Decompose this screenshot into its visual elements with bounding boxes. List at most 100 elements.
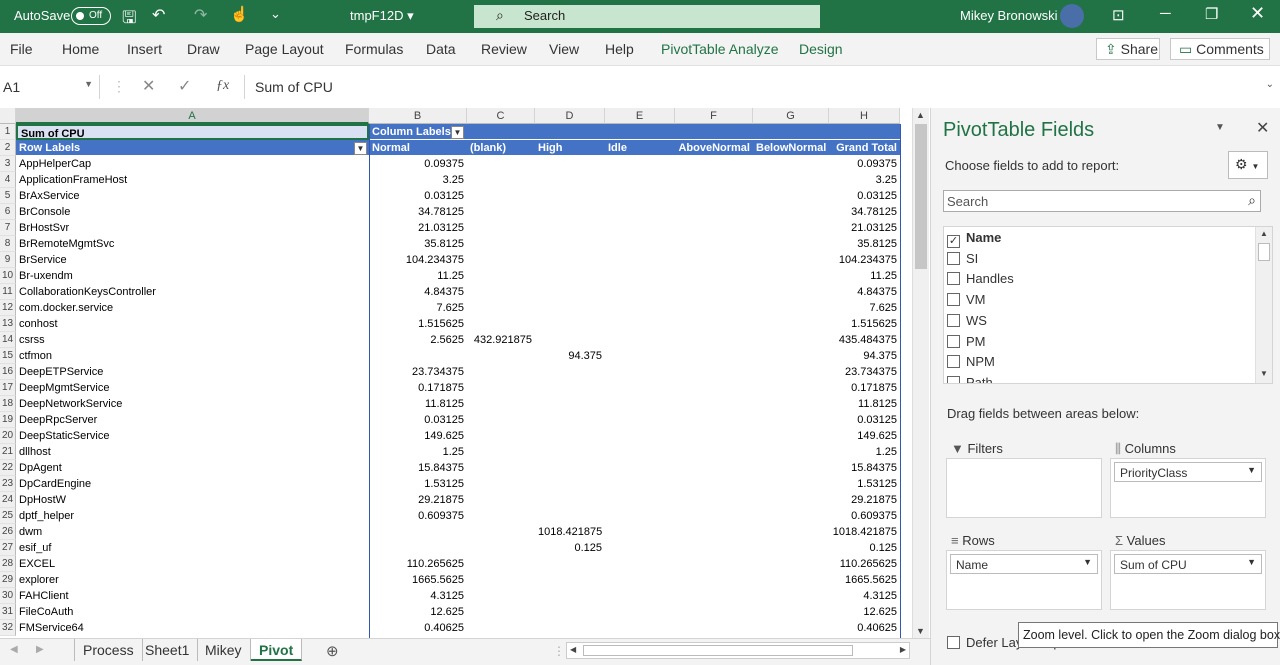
row-header[interactable]: 9	[0, 252, 16, 268]
chevron-down-icon[interactable]: ▼	[1083, 557, 1092, 567]
value-cell[interactable]	[535, 396, 605, 412]
field-list-scrollbar[interactable]: ▲ ▼	[1255, 227, 1272, 383]
value-cell[interactable]: 0.171875	[369, 380, 467, 396]
avatar[interactable]	[1060, 4, 1084, 28]
value-cell[interactable]	[467, 476, 535, 492]
scroll-up-icon[interactable]: ▲	[1260, 229, 1268, 238]
value-cell[interactable]: 4.3125	[369, 588, 467, 604]
chevron-down-icon[interactable]: ▼	[1247, 557, 1256, 567]
row-label-cell[interactable]: dptf_helper	[16, 508, 369, 524]
value-cell[interactable]: 4.84375	[829, 284, 900, 300]
row-label-cell[interactable]: Br-uxendm	[16, 268, 369, 284]
row-header[interactable]: 28	[0, 556, 16, 572]
value-cell[interactable]: 94.375	[829, 348, 900, 364]
row-label-cell[interactable]: ApplicationFrameHost	[16, 172, 369, 188]
row-label-cell[interactable]: DeepMgmtService	[16, 380, 369, 396]
value-cell[interactable]: 432.921875	[467, 332, 535, 348]
value-cell[interactable]	[535, 300, 605, 316]
value-cell[interactable]	[467, 156, 535, 172]
comments-button[interactable]: ▭ Comments	[1170, 38, 1270, 60]
row-label-cell[interactable]: DeepNetworkService	[16, 396, 369, 412]
values-area[interactable]: Sum of CPU ▼	[1110, 550, 1266, 610]
value-cell[interactable]	[535, 172, 605, 188]
value-cell[interactable]: 0.03125	[369, 412, 467, 428]
value-cell[interactable]: 34.78125	[829, 204, 900, 220]
value-cell[interactable]: 1.53125	[369, 476, 467, 492]
rows-area[interactable]: Name ▼	[946, 550, 1102, 610]
row-label-cell[interactable]: BrHostSvr	[16, 220, 369, 236]
value-cell[interactable]: 1018.421875	[535, 524, 605, 540]
value-cell[interactable]	[467, 524, 535, 540]
value-cell[interactable]: 15.84375	[829, 460, 900, 476]
next-sheet-icon[interactable]: ▶	[36, 644, 44, 655]
file-name[interactable]: tmpF12D ▾	[350, 8, 414, 24]
value-cell[interactable]: 94.375	[535, 348, 605, 364]
field-item[interactable]: PM	[947, 334, 986, 349]
value-cell[interactable]	[535, 268, 605, 284]
customize-qat-icon[interactable]: ⌄	[270, 6, 281, 22]
minimize-icon[interactable]: ─	[1160, 5, 1171, 22]
value-cell[interactable]	[467, 284, 535, 300]
tab-data[interactable]: Data	[426, 41, 456, 57]
tab-page-layout[interactable]: Page Layout	[245, 41, 324, 57]
field-item[interactable]: SI	[947, 251, 978, 266]
save-icon[interactable]: 🖫	[122, 5, 136, 34]
value-cell[interactable]	[467, 508, 535, 524]
tab-review[interactable]: Review	[481, 41, 527, 57]
row-label-cell[interactable]: DpHostW	[16, 492, 369, 508]
hscroll-thumb[interactable]	[583, 645, 853, 656]
value-cell[interactable]	[467, 556, 535, 572]
value-cell[interactable]	[467, 620, 535, 636]
scroll-right-icon[interactable]: ▶	[900, 645, 906, 654]
row-header[interactable]: 21	[0, 444, 16, 460]
row-header[interactable]: 27	[0, 540, 16, 556]
undo-icon[interactable]: ↶	[152, 5, 165, 25]
value-cell[interactable]	[535, 220, 605, 236]
value-cell[interactable]: 0.03125	[369, 188, 467, 204]
value-cell[interactable]: 1665.5625	[369, 572, 467, 588]
row-header[interactable]: 4	[0, 172, 16, 188]
scroll-left-icon[interactable]: ◀	[570, 645, 576, 654]
value-cell[interactable]	[369, 540, 467, 556]
value-cell[interactable]: 110.265625	[829, 556, 900, 572]
value-cell[interactable]	[535, 188, 605, 204]
field-item[interactable]: NPM	[947, 354, 995, 369]
value-cell[interactable]	[467, 236, 535, 252]
value-cell[interactable]: 1.515625	[369, 316, 467, 332]
sheet-tab-mikey[interactable]: Mikey	[197, 639, 251, 661]
row-header[interactable]: 3	[0, 156, 16, 172]
row-label-cell[interactable]: DeepStaticService	[16, 428, 369, 444]
value-cell[interactable]	[467, 588, 535, 604]
value-cell[interactable]	[467, 412, 535, 428]
value-cell[interactable]: 11.8125	[369, 396, 467, 412]
value-cell[interactable]	[467, 460, 535, 476]
value-cell[interactable]: 149.625	[829, 428, 900, 444]
row-header[interactable]: 6	[0, 204, 16, 220]
value-cell[interactable]: 104.234375	[369, 252, 467, 268]
value-cell[interactable]	[535, 252, 605, 268]
value-cell[interactable]: 15.84375	[369, 460, 467, 476]
row-label-cell[interactable]: explorer	[16, 572, 369, 588]
row-label-cell[interactable]: BrRemoteMgmtSvc	[16, 236, 369, 252]
value-cell[interactable]	[467, 172, 535, 188]
value-cell[interactable]	[535, 444, 605, 460]
value-cell[interactable]: 0.09375	[829, 156, 900, 172]
row-header[interactable]: 13	[0, 316, 16, 332]
sheet-tab-process[interactable]: Process	[74, 639, 143, 661]
value-cell[interactable]: 21.03125	[829, 220, 900, 236]
value-cell[interactable]	[467, 540, 535, 556]
value-cell[interactable]: 1665.5625	[829, 572, 900, 588]
value-cell[interactable]	[467, 428, 535, 444]
value-cell[interactable]: 2.5625	[369, 332, 467, 348]
column-header[interactable]: D	[535, 108, 605, 124]
value-cell[interactable]: 7.625	[369, 300, 467, 316]
value-cell[interactable]: 11.25	[829, 268, 900, 284]
horizontal-scrollbar[interactable]: ◀ ▶	[566, 642, 910, 659]
value-cell[interactable]	[535, 556, 605, 572]
share-button[interactable]: ⇪ Share	[1096, 38, 1160, 60]
value-cell[interactable]	[535, 332, 605, 348]
field-search-input[interactable]: Search ⌕	[943, 190, 1261, 212]
row-header[interactable]: 32	[0, 620, 16, 636]
value-cell[interactable]: 0.40625	[829, 620, 900, 636]
row-label-cell[interactable]: ctfmon	[16, 348, 369, 364]
